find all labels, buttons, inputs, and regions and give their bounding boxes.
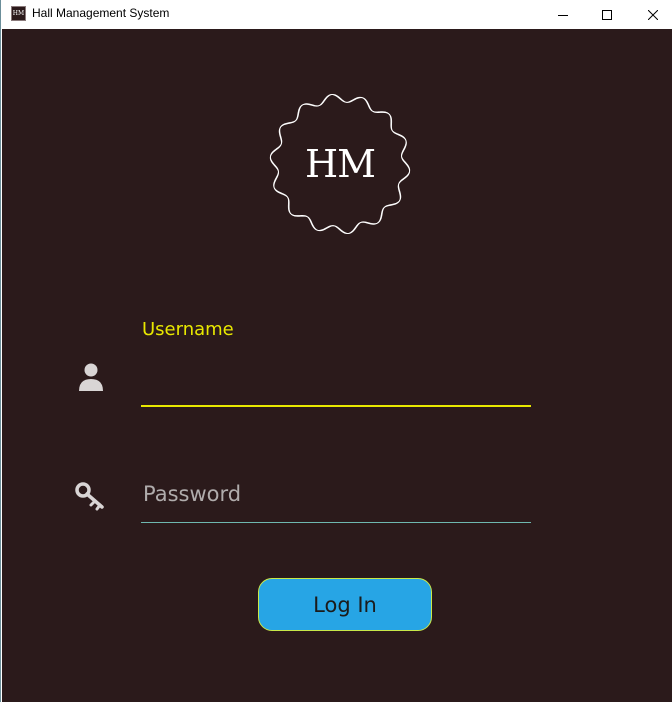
login-button[interactable]: Log In <box>258 578 432 631</box>
minimize-icon <box>558 14 568 16</box>
login-panel: HM Username Log In <box>2 29 672 702</box>
window-title: Hall Management System <box>32 6 170 20</box>
close-icon <box>648 9 658 20</box>
app-icon: HM <box>11 6 26 21</box>
password-input[interactable] <box>141 465 531 523</box>
title-bar[interactable]: HM Hall Management System <box>1 0 672 29</box>
maximize-button[interactable] <box>584 0 630 29</box>
username-input[interactable] <box>141 349 531 407</box>
key-icon <box>75 482 104 511</box>
close-button[interactable] <box>630 0 672 29</box>
minimize-button[interactable] <box>540 0 586 29</box>
app-window: HM Hall Management System HM Username Lo… <box>0 0 672 702</box>
username-label: Username <box>142 319 234 340</box>
user-icon <box>79 363 103 391</box>
maximize-icon <box>602 9 612 20</box>
logo-text: HM <box>304 142 376 186</box>
